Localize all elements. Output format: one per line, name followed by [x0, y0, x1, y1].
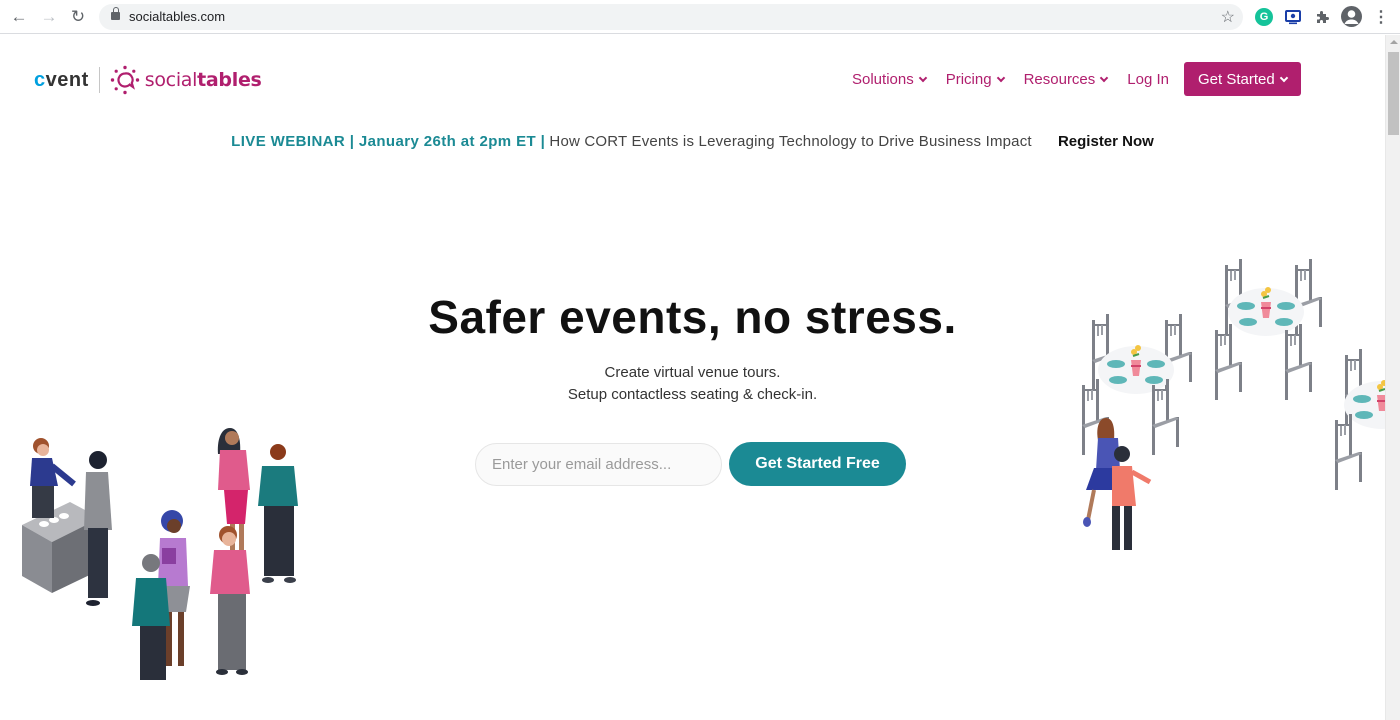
chevron-down-icon: [996, 73, 1005, 82]
webinar-text: How CORT Events is Leveraging Technology…: [549, 133, 1032, 150]
webinar-highlight: LIVE WEBINAR | January 26th at 2pm ET |: [231, 133, 546, 150]
page-content: cvent socialtables Solutions Pricing Res…: [0, 35, 1385, 720]
nav-solutions-label: Solutions: [852, 70, 914, 88]
bookmark-star-icon[interactable]: ☆: [1221, 7, 1235, 27]
logo-text-social: social: [144, 69, 198, 91]
screen-share-icon[interactable]: [1284, 8, 1302, 26]
menu-icon[interactable]: ⋮: [1372, 8, 1390, 26]
cvent-logo: cvent: [34, 69, 89, 92]
arrow-left-icon: ←: [10, 7, 28, 26]
get-started-label: Get Started: [1198, 70, 1275, 88]
logo-divider: [98, 67, 100, 93]
event-seating-illustration: [1082, 259, 1385, 550]
attendee-gray-jacket: [84, 451, 112, 606]
nav-solutions[interactable]: Solutions: [852, 70, 927, 88]
back-button[interactable]: ←: [8, 7, 30, 27]
url-text[interactable]: socialtables.com: [129, 9, 225, 24]
email-input[interactable]: [475, 443, 722, 486]
nav-pricing[interactable]: Pricing: [945, 70, 1005, 88]
logo-text-tables: tables: [197, 69, 262, 91]
forward-button[interactable]: →: [38, 7, 60, 27]
scrollbar-thumb[interactable]: [1388, 52, 1399, 135]
scroll-up-arrow-icon[interactable]: [1390, 40, 1398, 44]
puzzle-icon[interactable]: [1313, 8, 1331, 26]
walking-people: [1083, 418, 1152, 550]
table-set-top: [1215, 259, 1322, 400]
register-now-link[interactable]: Register Now: [1058, 133, 1154, 150]
main-nav: Solutions Pricing Resources Log In Get S…: [852, 62, 1301, 96]
socialtables-sun-icon: [110, 65, 139, 95]
check-in-people-illustration: [22, 428, 298, 680]
socialtables-logo-text: socialtables: [145, 69, 262, 91]
lock-icon: [111, 7, 120, 20]
chevron-down-icon: [1279, 73, 1288, 82]
attendee-teal-shirt: [258, 444, 298, 583]
nav-pricing-label: Pricing: [945, 70, 992, 88]
browser-toolbar: ← → ↻ socialtables.com ☆ G ⋮: [0, 0, 1400, 34]
grammarly-icon[interactable]: G: [1255, 8, 1273, 26]
get-started-button[interactable]: Get Started: [1184, 62, 1301, 96]
address-bar[interactable]: socialtables.com ☆: [99, 4, 1243, 30]
table-set-right: [1335, 349, 1385, 490]
chevron-down-icon: [1100, 73, 1109, 82]
reload-button[interactable]: ↻: [67, 7, 89, 27]
page-scrollbar[interactable]: [1385, 35, 1400, 720]
nav-resources-label: Resources: [1023, 70, 1096, 88]
reload-icon: ↻: [70, 7, 86, 26]
nav-resources[interactable]: Resources: [1023, 70, 1109, 88]
logo[interactable]: cvent socialtables: [34, 63, 262, 97]
arrow-right-icon: →: [40, 7, 58, 26]
cvent-logo-c: c: [34, 68, 46, 91]
webinar-banner: LIVE WEBINAR | January 26th at 2pm ET | …: [0, 133, 1385, 150]
get-started-free-button[interactable]: Get Started Free: [729, 442, 906, 486]
chevron-down-icon: [918, 73, 927, 82]
profile-icon[interactable]: [1341, 6, 1362, 27]
cvent-logo-text: vent: [45, 68, 89, 91]
login-link[interactable]: Log In: [1127, 71, 1169, 88]
